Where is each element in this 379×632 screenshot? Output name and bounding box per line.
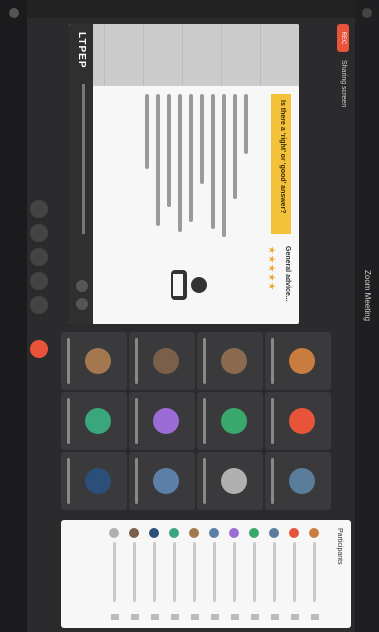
shared-slide: Is there a ‘right’ or ‘good’ answer? Gen… xyxy=(69,24,299,324)
list-item[interactable] xyxy=(107,528,121,620)
slide-nav-item[interactable] xyxy=(143,24,182,86)
panel-header: Participants xyxy=(336,528,343,565)
advice-heading: General advice... xyxy=(284,246,291,302)
window-title: Zoom Meeting xyxy=(363,270,372,322)
left-edge xyxy=(0,0,355,18)
title-bar: Zoom Meeting xyxy=(355,0,379,632)
list-item[interactable] xyxy=(227,528,241,620)
slide-nav-item[interactable] xyxy=(182,24,221,86)
participant-tile[interactable] xyxy=(197,332,263,390)
slide-nav-item[interactable] xyxy=(104,24,143,86)
meeting-window: Zoom Meeting REC Sharing screen Is there… xyxy=(0,0,379,632)
list-item[interactable] xyxy=(147,528,161,620)
list-item[interactable] xyxy=(307,528,321,620)
participant-tile[interactable] xyxy=(129,332,195,390)
bottom-bar xyxy=(0,0,27,632)
next-slide-button[interactable] xyxy=(76,298,88,310)
participants-panel: Participants xyxy=(61,520,351,628)
slide-footer: LTPEP xyxy=(69,24,93,324)
participant-tile[interactable] xyxy=(129,392,195,450)
mic-icon[interactable] xyxy=(30,200,48,218)
leave-icon[interactable] xyxy=(30,340,48,358)
star-icon: ★★★★★ xyxy=(267,246,277,292)
participant-tile[interactable] xyxy=(197,452,263,510)
participant-tile[interactable] xyxy=(265,332,331,390)
list-item[interactable] xyxy=(247,528,261,620)
share-screen-icon[interactable] xyxy=(30,248,48,266)
participant-tile[interactable] xyxy=(61,452,127,510)
share-status: Sharing screen xyxy=(340,60,347,108)
slide-nav xyxy=(69,24,299,86)
list-item[interactable] xyxy=(167,528,181,620)
video-icon[interactable] xyxy=(30,224,48,242)
participant-tile[interactable] xyxy=(61,392,127,450)
list-item[interactable] xyxy=(207,528,221,620)
list-item[interactable] xyxy=(267,528,281,620)
participant-tile[interactable] xyxy=(61,332,127,390)
participant-tile[interactable] xyxy=(197,392,263,450)
gear-icon[interactable] xyxy=(9,8,19,18)
chat-icon[interactable] xyxy=(30,272,48,290)
slide-nav-item[interactable] xyxy=(221,24,260,86)
list-item[interactable] xyxy=(127,528,141,620)
slide-question: Is there a ‘right’ or ‘good’ answer? xyxy=(271,94,291,234)
close-window-icon[interactable] xyxy=(362,8,372,18)
slide-body-text xyxy=(138,94,255,244)
prev-slide-button[interactable] xyxy=(76,280,88,292)
participant-tile[interactable] xyxy=(129,452,195,510)
participant-tile[interactable] xyxy=(265,452,331,510)
slide-brand: LTPEP xyxy=(76,32,87,69)
meeting-controls xyxy=(24,200,54,440)
record-button[interactable]: REC xyxy=(337,24,349,52)
list-item[interactable] xyxy=(187,528,201,620)
participants-grid xyxy=(61,332,331,512)
slide-nav-item[interactable] xyxy=(260,24,299,86)
participants-icon[interactable] xyxy=(30,296,48,314)
person-icon xyxy=(171,270,207,300)
participant-tile[interactable] xyxy=(265,392,331,450)
list-item[interactable] xyxy=(287,528,301,620)
slide-footer-line xyxy=(82,84,85,234)
